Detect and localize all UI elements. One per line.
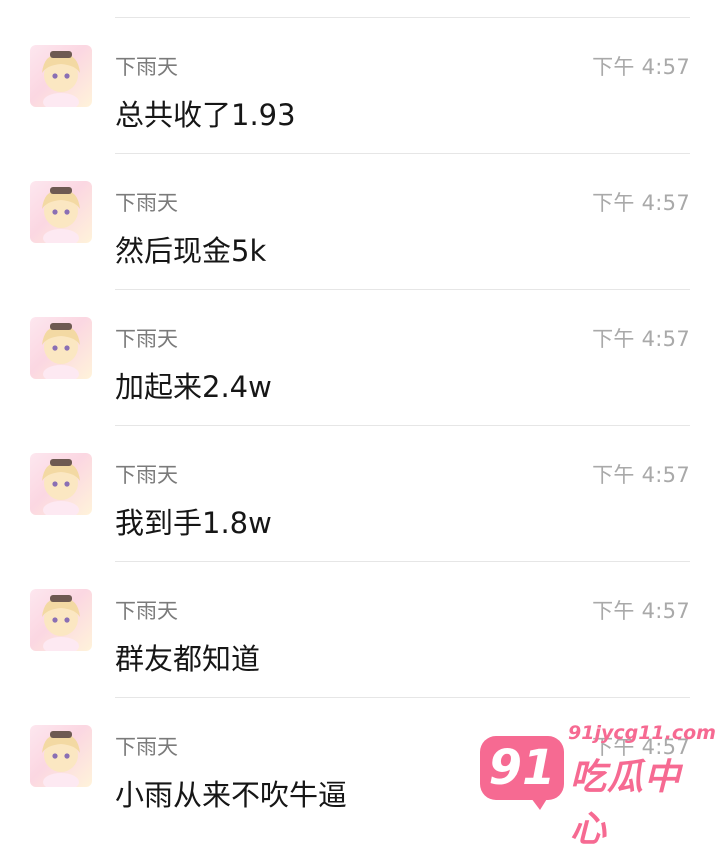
avatar[interactable]	[30, 589, 92, 651]
sender-name: 下雨天	[115, 55, 178, 79]
message-item[interactable]: 下雨天 下午 4:57 然后现金5k	[0, 154, 720, 290]
message-time: 下午 4:57	[592, 463, 690, 487]
message-text: 小雨从来不吹牛逼	[115, 778, 348, 812]
sender-name: 下雨天	[115, 463, 178, 487]
avatar[interactable]	[30, 453, 92, 515]
message-time: 下午 4:57	[592, 599, 690, 623]
message-time: 下午 4:57	[592, 191, 690, 215]
message-text: 群友都知道	[115, 642, 261, 676]
avatar[interactable]	[30, 181, 92, 243]
sender-name: 下雨天	[115, 191, 178, 215]
message-item[interactable]: 下雨天 下午 4:57 群友都知道	[0, 562, 720, 698]
sender-name: 下雨天	[115, 599, 178, 623]
message-text: 我到手1.8w	[115, 506, 272, 540]
avatar[interactable]	[30, 317, 92, 379]
message-text: 加起来2.4w	[115, 370, 272, 404]
watermark-site: 91jycg11.com	[568, 722, 716, 744]
message-text: 总共收了1.93	[115, 98, 296, 132]
sender-name: 下雨天	[115, 735, 178, 759]
watermark-name: 吃瓜中心	[570, 757, 682, 850]
message-item[interactable]: 下雨天 下午 4:57 总共收了1.93	[0, 18, 720, 154]
message-text: 然后现金5k	[115, 234, 267, 268]
avatar[interactable]	[30, 45, 92, 107]
message-item[interactable]: 下雨天 下午 4:57 我到手1.8w	[0, 426, 720, 562]
message-item[interactable]: 下雨天 下午 4:57 加起来2.4w	[0, 290, 720, 426]
message-time: 下午 4:57	[592, 55, 690, 79]
message-time: 下午 4:57	[592, 327, 690, 351]
avatar[interactable]	[30, 725, 92, 787]
watermark-logo: 91 91jycg11.com 吃瓜中心	[476, 722, 716, 850]
sender-name: 下雨天	[115, 327, 178, 351]
watermark-number: 91	[488, 740, 556, 796]
